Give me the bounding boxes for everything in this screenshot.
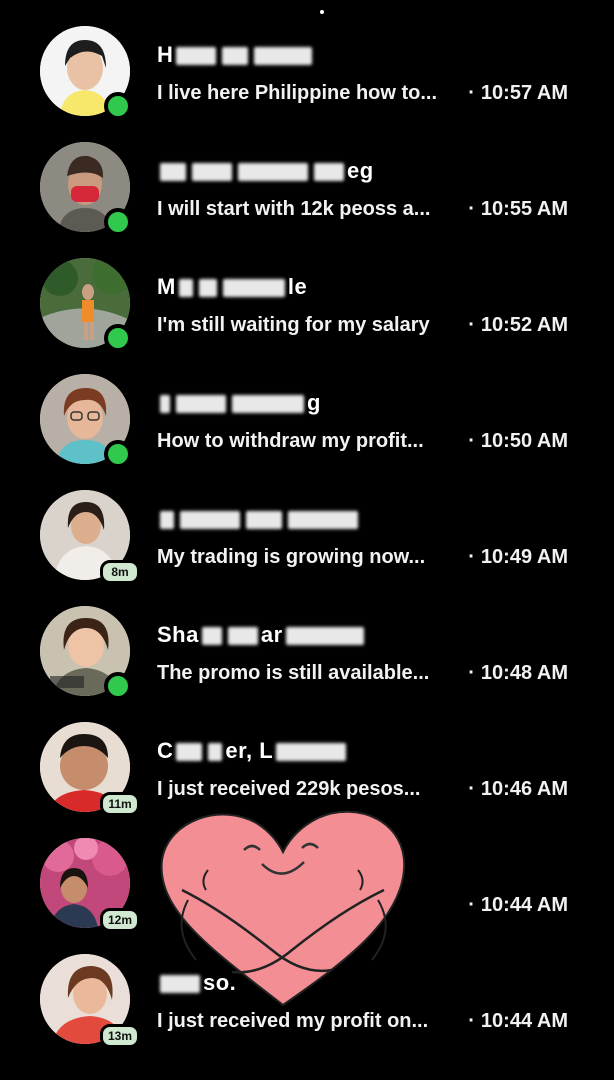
message-time: · 10:57 AM [468, 82, 568, 104]
message-time: · 10:49 AM [468, 546, 568, 568]
conversation-row[interactable]: Mle I'm still waiting for my salary · 10:… [0, 252, 614, 368]
status-bar-dot [320, 10, 324, 14]
conversation-row[interactable]: H I live here Philippine how to... · 10:5… [0, 20, 614, 136]
conversation-row[interactable]: g How to withdraw my profit... · 10:50 AM [0, 368, 614, 484]
active-ago-badge: 13m [100, 1024, 140, 1048]
online-indicator [104, 440, 132, 468]
message-preview: I'm still waiting for my salary [157, 314, 430, 336]
message-time: · 10:44 AM [468, 894, 568, 916]
message-time: · 10:48 AM [468, 662, 568, 684]
message-preview: The promo is still available... [157, 662, 430, 684]
message-preview: My trading is growing now... [157, 546, 426, 568]
contact-name [157, 506, 361, 532]
online-indicator [104, 208, 132, 236]
conversation-row[interactable]: eg I will start with 12k peoss a... · 10:… [0, 136, 614, 252]
online-indicator [104, 92, 132, 120]
message-preview: How to withdraw my profit... [157, 430, 424, 452]
message-time: · 10:46 AM [468, 778, 568, 800]
message-preview: I will start with 12k peoss a... [157, 198, 431, 220]
contact-name: g [157, 390, 321, 416]
message-time: · 10:52 AM [468, 314, 568, 336]
active-ago-badge: 11m [100, 792, 140, 816]
conversation-row[interactable]: 8m My trading is growing now... · 10:49 A… [0, 484, 614, 600]
contact-name: Mle [157, 274, 308, 299]
contact-name: Sha ar [157, 622, 367, 648]
heart-hug-sticker [152, 800, 414, 1020]
message-time: · 10:44 AM [468, 1010, 568, 1032]
active-ago-badge: 8m [100, 560, 140, 584]
contact-name: Cer, L [157, 738, 349, 764]
contact-name: eg [157, 158, 374, 184]
online-indicator [104, 672, 132, 700]
active-ago-badge: 12m [100, 908, 140, 932]
contact-name: H [157, 42, 315, 68]
message-time: · 10:55 AM [468, 198, 568, 220]
online-indicator [104, 324, 132, 352]
conversation-row[interactable]: Sha ar The promo is still available... · 1… [0, 600, 614, 716]
message-preview: I just received 229k pesos... [157, 778, 421, 800]
message-time: · 10:50 AM [468, 430, 568, 452]
message-preview: I live here Philippine how to... [157, 82, 438, 104]
